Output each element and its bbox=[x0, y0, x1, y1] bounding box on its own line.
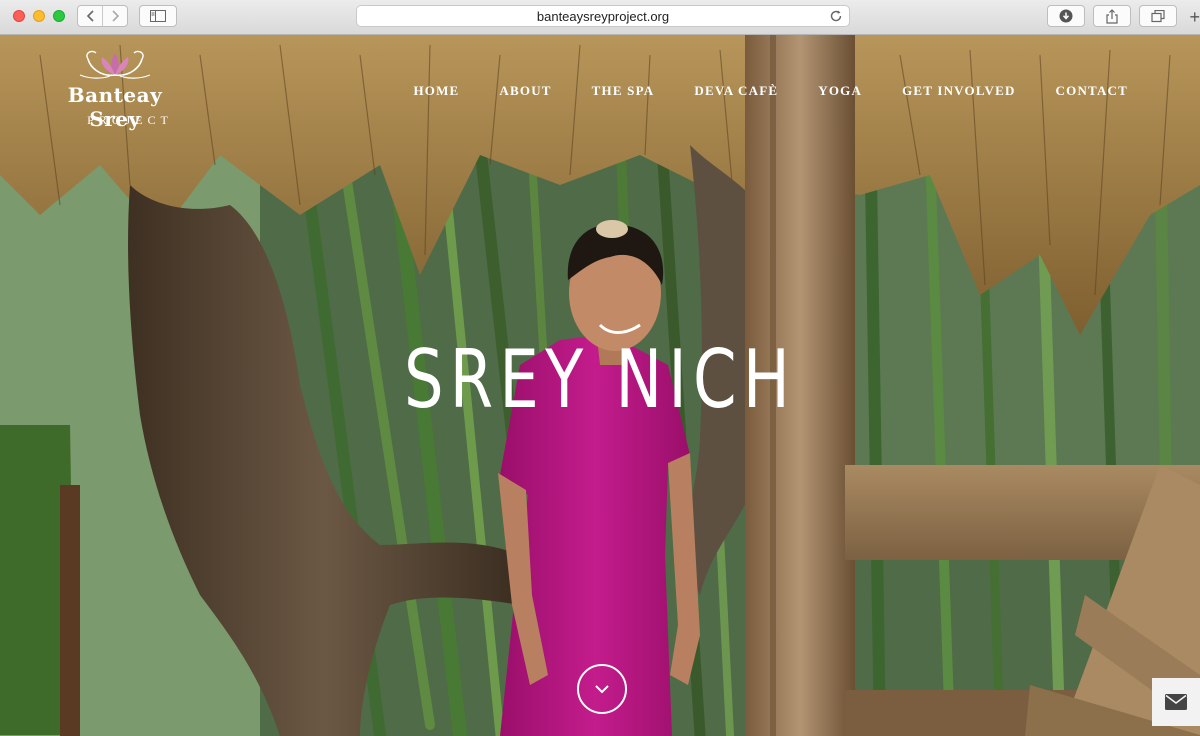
chevron-down-icon bbox=[595, 685, 609, 694]
maximize-window-button[interactable] bbox=[53, 10, 65, 22]
hero-section: Banteay Srey PROJECT HOME ABOUT THE SPA … bbox=[0, 35, 1200, 736]
nav-home[interactable]: HOME bbox=[413, 83, 459, 99]
download-icon bbox=[1059, 9, 1073, 23]
share-icon bbox=[1106, 8, 1118, 24]
minimize-window-button[interactable] bbox=[33, 10, 45, 22]
nav-the-spa[interactable]: THE SPA bbox=[592, 83, 655, 99]
nav-deva-cafe[interactable]: DEVA CAFÈ bbox=[694, 83, 778, 99]
url-text: banteaysreyproject.org bbox=[536, 8, 670, 24]
nav-yoga[interactable]: YOGA bbox=[818, 83, 862, 99]
webpage: Banteay Srey PROJECT HOME ABOUT THE SPA … bbox=[0, 35, 1200, 736]
nav-about[interactable]: ABOUT bbox=[499, 83, 551, 99]
share-button[interactable] bbox=[1093, 5, 1131, 27]
reload-icon[interactable] bbox=[829, 9, 843, 23]
main-nav: HOME ABOUT THE SPA DEVA CAFÈ YOGA GET IN… bbox=[413, 83, 1128, 99]
address-bar[interactable]: banteaysreyproject.org bbox=[356, 5, 850, 27]
nav-get-involved[interactable]: GET INVOLVED bbox=[902, 83, 1015, 99]
scroll-down-button[interactable] bbox=[577, 664, 627, 714]
show-tabs-button[interactable] bbox=[1139, 5, 1177, 27]
close-window-button[interactable] bbox=[13, 10, 25, 22]
sidebar-icon bbox=[150, 10, 166, 22]
new-tab-button[interactable]: + bbox=[1186, 5, 1200, 31]
contact-mail-button[interactable] bbox=[1152, 678, 1200, 726]
back-button[interactable] bbox=[78, 6, 102, 26]
logo-subtitle: PROJECT bbox=[87, 113, 173, 127]
nav-contact[interactable]: CONTACT bbox=[1056, 83, 1128, 99]
logo[interactable]: Banteay Srey PROJECT bbox=[40, 45, 190, 131]
forward-button[interactable] bbox=[102, 6, 127, 26]
tabs-icon bbox=[1151, 9, 1165, 22]
downloads-button[interactable] bbox=[1047, 5, 1085, 27]
chevron-left-icon bbox=[86, 10, 94, 22]
chevron-right-icon bbox=[111, 10, 119, 22]
mail-icon bbox=[1165, 694, 1187, 710]
history-nav bbox=[77, 5, 128, 27]
browser-toolbar: banteaysreyproject.org + bbox=[0, 0, 1200, 35]
sidebar-toggle-button[interactable] bbox=[139, 5, 177, 27]
lotus-icon bbox=[79, 50, 151, 79]
hero-title: SREY NICH bbox=[403, 333, 797, 426]
